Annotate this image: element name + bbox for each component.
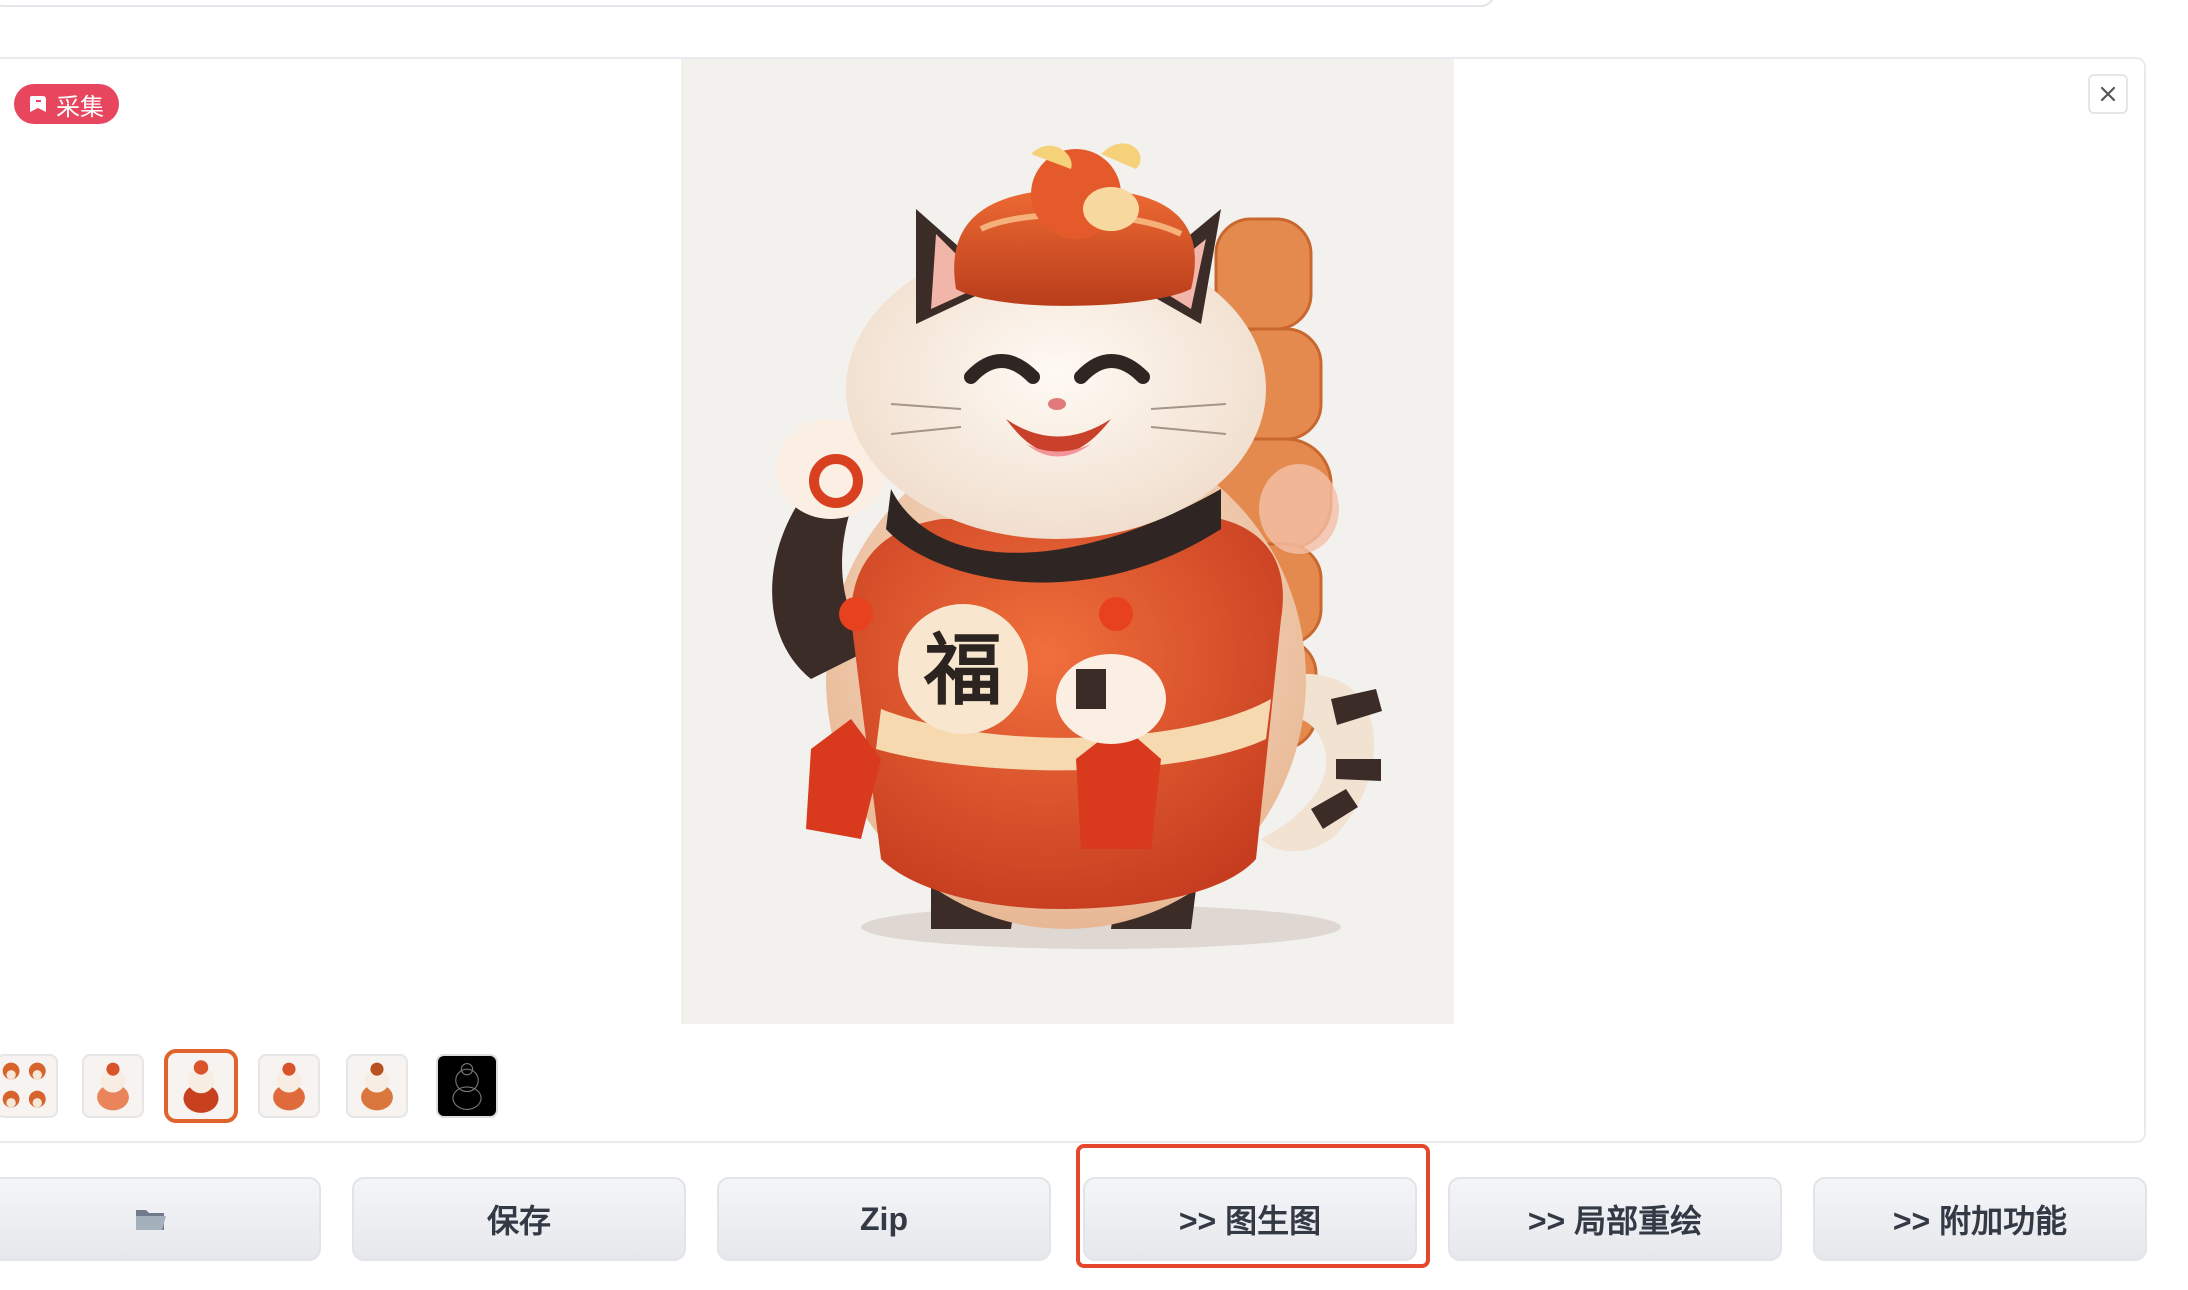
prompt-input-edge[interactable] <box>0 0 1495 7</box>
send-to-inpaint-button[interactable]: >> 局部重绘 <box>1448 1177 1782 1261</box>
thumbnail-grid[interactable] <box>0 1054 58 1118</box>
generated-image[interactable]: 福 <box>681 59 1454 1024</box>
fu-character: 福 <box>923 625 1002 716</box>
send-to-extras-button[interactable]: >> 附加功能 <box>1813 1177 2147 1261</box>
bookmark-icon <box>28 93 50 115</box>
collect-badge-label: 采集 <box>56 93 104 121</box>
thumbnail-cat-3[interactable] <box>258 1054 320 1118</box>
folder-icon <box>135 1210 166 1230</box>
thumbnail-cat-1[interactable] <box>82 1054 144 1118</box>
lucky-cat-illustration: 福 <box>772 143 1382 949</box>
save-button[interactable]: 保存 <box>352 1177 686 1261</box>
zip-button[interactable]: Zip <box>717 1177 1051 1261</box>
thumbnail-cat-2-selected[interactable] <box>164 1049 238 1123</box>
open-folder-button[interactable] <box>0 1177 321 1261</box>
thumbnail-cat-4[interactable] <box>346 1054 408 1118</box>
thumbnail-lineart[interactable] <box>436 1054 498 1118</box>
close-button[interactable] <box>2088 74 2128 114</box>
close-icon <box>2100 86 2116 102</box>
collect-badge[interactable]: 采集 <box>14 84 119 124</box>
annotation-highlight-box <box>1076 1144 1430 1268</box>
